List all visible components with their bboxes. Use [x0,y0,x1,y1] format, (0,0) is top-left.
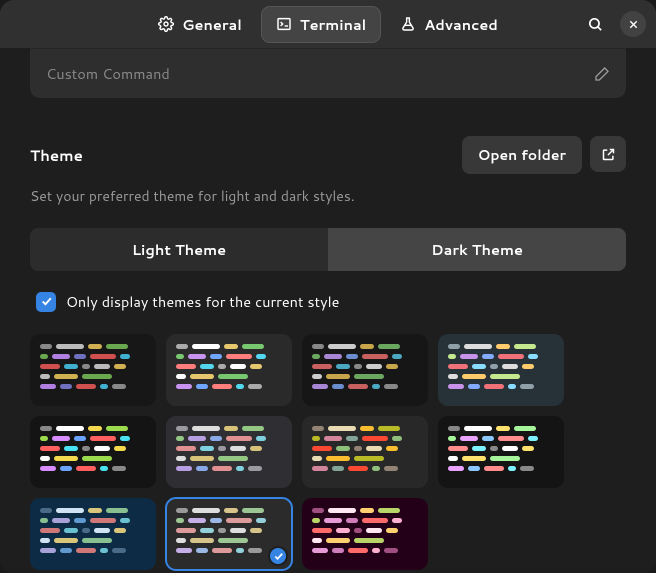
filter-checkbox[interactable] [36,292,56,312]
segment-dark-theme[interactable]: Dark Theme [328,228,626,271]
gear-icon [158,16,174,32]
open-folder-button[interactable]: Open folder [462,136,582,174]
theme-card[interactable] [30,416,156,488]
tab-label: General [182,14,242,35]
content-area: Custom Command Theme Open folder [0,48,656,573]
tab-label: Terminal [300,14,366,35]
theme-grid [30,334,626,573]
filter-checkbox-row[interactable]: Only display themes for the current styl… [30,291,626,312]
titlebar: General Terminal [0,0,656,48]
custom-command-field[interactable]: Custom Command [30,48,626,98]
tab-switcher: General Terminal [144,7,512,42]
theme-card[interactable] [166,334,292,406]
filter-checkbox-label: Only display themes for the current styl… [66,291,339,312]
segment-light-theme[interactable]: Light Theme [30,228,328,271]
terminal-icon [276,16,292,32]
tab-label: Advanced [424,14,498,35]
preferences-window: General Terminal [0,0,656,573]
theme-card[interactable] [302,334,428,406]
tab-terminal[interactable]: Terminal [262,7,380,42]
close-button[interactable] [620,11,646,37]
theme-subtitle: Set your preferred theme for light and d… [30,186,626,206]
theme-section: Theme Open folder [30,136,626,573]
theme-title: Theme [30,145,83,166]
theme-header-buttons: Open folder [462,136,626,174]
external-link-icon [601,147,616,162]
theme-card[interactable] [438,334,564,406]
theme-card[interactable] [30,498,156,570]
search-button[interactable] [582,11,608,37]
selected-check-icon [268,546,288,566]
theme-card[interactable] [166,498,292,570]
titlebar-actions [582,11,646,37]
flask-icon [400,16,416,32]
theme-card[interactable] [166,416,292,488]
theme-card[interactable] [302,416,428,488]
theme-header: Theme Open folder [30,136,626,174]
pencil-icon[interactable] [594,66,610,82]
theme-card[interactable] [30,334,156,406]
theme-mode-switcher: Light Theme Dark Theme [30,228,626,271]
external-link-button[interactable] [590,136,626,172]
tab-advanced[interactable]: Advanced [386,7,512,42]
tab-general[interactable]: General [144,7,256,42]
theme-card[interactable] [438,416,564,488]
custom-command-placeholder: Custom Command [46,63,170,84]
theme-card[interactable] [302,498,428,570]
open-folder-label: Open folder [478,145,566,165]
